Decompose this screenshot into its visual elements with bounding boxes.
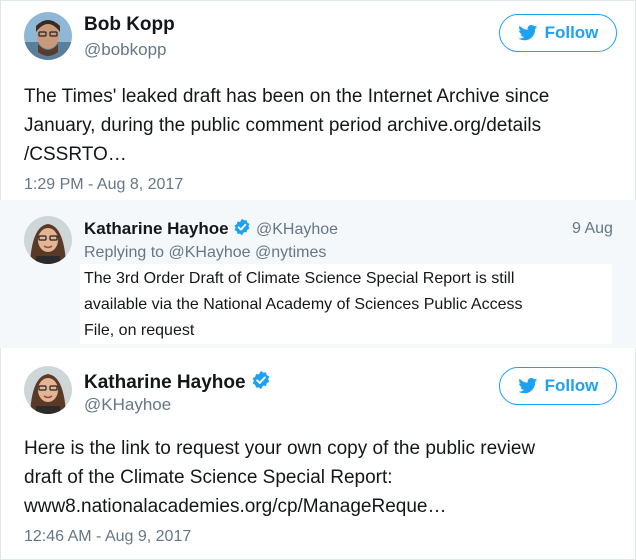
- tweet-text-line[interactable]: January, during the public comment perio…: [24, 111, 549, 140]
- quoted-author-handle: @KHayhoe: [256, 221, 339, 238]
- author-name-text: Katharine Hayhoe: [84, 372, 246, 393]
- follow-button[interactable]: Follow: [499, 367, 617, 405]
- tweet-text-line: draft of the Climate Science Special Rep…: [24, 467, 393, 488]
- avatar[interactable]: [24, 366, 72, 414]
- avatar[interactable]: [24, 216, 72, 264]
- verified-badge-icon: [234, 218, 250, 236]
- follow-button-label: Follow: [544, 376, 599, 395]
- quoted-date[interactable]: 9 Aug: [572, 220, 613, 238]
- tweet-timestamp[interactable]: 1:29 PM - Aug 8, 2017: [24, 176, 183, 194]
- follow-button[interactable]: Follow: [499, 14, 617, 52]
- author-handle[interactable]: @bobkopp: [84, 40, 167, 60]
- quoted-author-name[interactable]: Katharine Hayhoe @KHayhoe: [84, 218, 338, 239]
- bird-icon: [517, 25, 537, 41]
- tweet-text: The Times' leaked draft has been on the …: [24, 82, 549, 169]
- replying-to: Replying to @KHayhoe @nytimes: [84, 244, 327, 261]
- verified-badge-icon: [252, 370, 270, 390]
- quoted-author-name-text: Katharine Hayhoe: [84, 219, 229, 238]
- tweet-text: Here is the link to request your own cop…: [24, 434, 535, 521]
- quoted-text: The 3rd Order Draft of Climate Science S…: [80, 264, 612, 344]
- tweet-bob-kopp: Bob Kopp @bobkopp Follow The Times' leak…: [0, 0, 636, 200]
- follow-button-label: Follow: [544, 23, 599, 42]
- quoted-text-line: The 3rd Order Draft of Climate Science S…: [84, 270, 515, 287]
- avatar-image-icon: [24, 12, 72, 60]
- avatar-image-icon: [24, 366, 72, 414]
- tweet-text-line[interactable]: www8.nationalacademies.org/cp/ManageRequ…: [24, 492, 535, 521]
- avatar-image-icon: [24, 216, 72, 264]
- author-name[interactable]: Katharine Hayhoe: [84, 370, 271, 394]
- author-name[interactable]: Bob Kopp: [84, 14, 175, 36]
- quoted-tweet[interactable]: Katharine Hayhoe @KHayhoe 9 Aug Replying…: [0, 200, 636, 348]
- author-handle[interactable]: @KHayhoe: [84, 395, 171, 415]
- tweet-text-line: Here is the link to request your own cop…: [24, 438, 536, 459]
- quoted-text-line: available via the National Academy of Sc…: [84, 296, 523, 313]
- bird-icon: [517, 378, 537, 394]
- avatar[interactable]: [24, 12, 72, 60]
- tweet-text-line[interactable]: /CSSRTO…: [24, 140, 549, 169]
- tweet-timestamp[interactable]: 12:46 AM - Aug 9, 2017: [24, 528, 191, 546]
- quoted-text-line: File, on request: [84, 322, 195, 339]
- tweet-katharine-hayhoe: Katharine Hayhoe @KHayhoe Follow Here is…: [0, 348, 636, 560]
- tweet-text-line: The Times' leaked draft has been on the …: [24, 86, 550, 107]
